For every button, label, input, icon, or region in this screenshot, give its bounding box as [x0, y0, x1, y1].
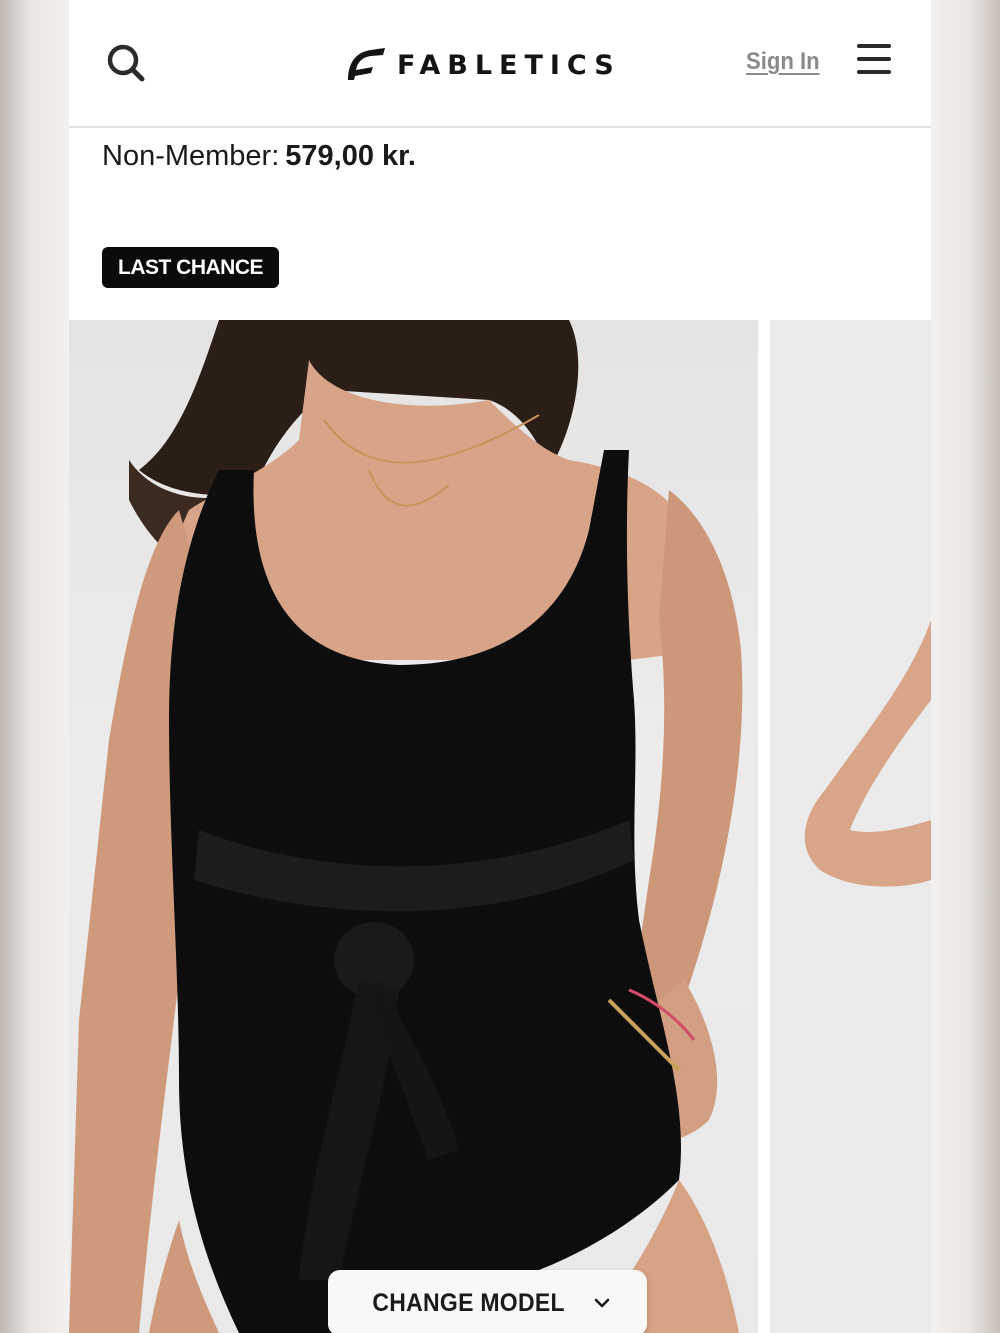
site-header: FABLETICS Sign In: [69, 0, 931, 128]
product-image-gallery[interactable]: CHANGE MODEL: [69, 320, 931, 1333]
brand-logo[interactable]: FABLETICS: [345, 44, 621, 84]
price-value: 579,00 kr.: [285, 140, 416, 172]
brand-name: FABLETICS: [397, 50, 621, 81]
product-page: FABLETICS Sign In Non-Member: 579,00 kr. …: [69, 0, 931, 1333]
price-line: Non-Member: 579,00 kr.: [102, 140, 416, 173]
search-icon: [107, 44, 145, 82]
hamburger-menu-icon: [857, 44, 891, 74]
fabletics-logo-icon: [348, 48, 385, 80]
change-model-button[interactable]: CHANGE MODEL: [328, 1270, 647, 1333]
chevron-down-icon: [594, 1298, 610, 1308]
price-label: Non-Member:: [102, 140, 280, 172]
product-image-main[interactable]: [69, 320, 758, 1333]
change-model-label: CHANGE MODEL: [372, 1288, 565, 1317]
product-image-next[interactable]: [770, 320, 931, 1333]
last-chance-badge: LAST CHANCE: [102, 247, 279, 288]
menu-button[interactable]: [857, 44, 891, 80]
search-button[interactable]: [105, 42, 149, 86]
model-photo: [69, 320, 743, 1333]
model-photo-next: [804, 620, 931, 887]
sign-in-link[interactable]: Sign In: [746, 48, 820, 76]
